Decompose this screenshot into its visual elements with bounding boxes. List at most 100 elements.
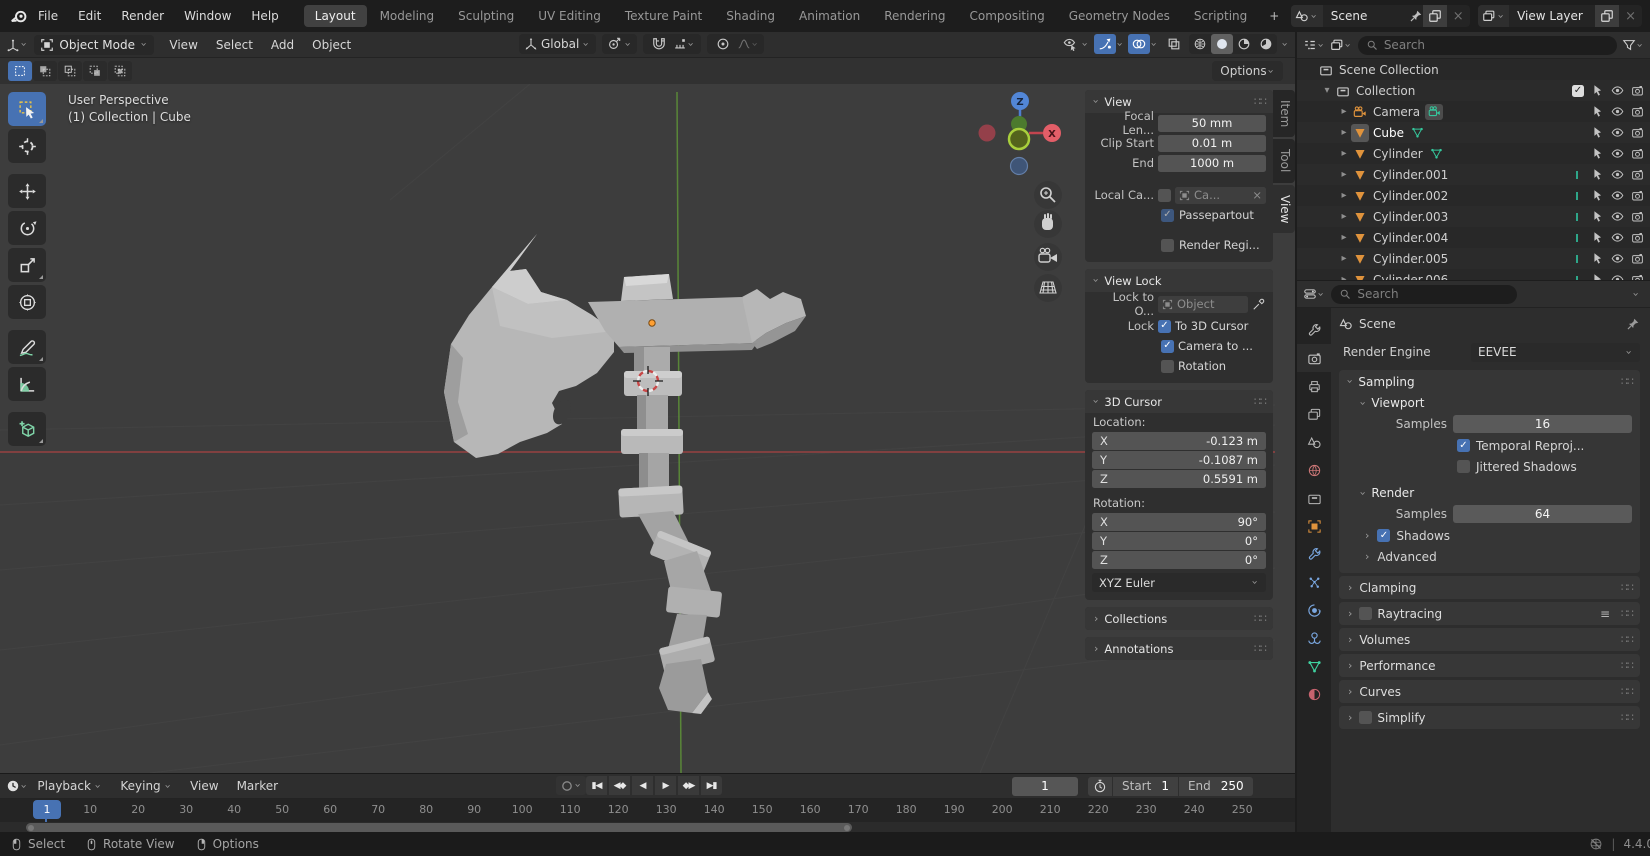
cursor-ry-field[interactable]: Y0° [1092, 532, 1266, 550]
hide-toggle[interactable] [1611, 189, 1624, 202]
outliner-row-cylinder-005[interactable]: ▸Cylinder.005 [1297, 248, 1650, 269]
clip-start-field[interactable]: 0.01 m [1158, 135, 1266, 152]
select-invert-button[interactable] [83, 61, 107, 81]
viewport-menu-view[interactable]: View [160, 38, 206, 52]
prev-keyframe-button[interactable]: ◀◆ [609, 776, 630, 795]
hide-toggle[interactable] [1611, 105, 1624, 118]
eyedropper-icon[interactable] [1252, 297, 1266, 311]
properties-tab-tool[interactable] [1297, 316, 1331, 344]
outliner-row-camera[interactable]: ▸Camera [1297, 101, 1650, 122]
outliner-display-mode-button[interactable]: › [1330, 38, 1352, 52]
annotations-header[interactable]: ›Annotations∷∷ [1085, 637, 1273, 660]
outliner-row-cube[interactable]: ▸Cube [1297, 122, 1650, 143]
editor-type-button[interactable]: › [6, 38, 28, 52]
sidebar-tab-item[interactable]: Item [1273, 90, 1295, 137]
expander-icon[interactable]: ▸ [1337, 274, 1351, 280]
end-frame-field[interactable]: End250 [1179, 777, 1253, 796]
advanced-subpanel[interactable]: ›Advanced [1339, 546, 1640, 567]
euler-order-dropdown[interactable]: XYZ Euler› [1092, 573, 1266, 592]
focal-length-field[interactable]: 50 mm [1158, 115, 1266, 132]
timeline-ruler[interactable]: 1 10203040506070809010011012013014015016… [0, 799, 1295, 822]
properties-tab-material[interactable] [1297, 680, 1331, 708]
properties-tab-scene[interactable] [1297, 428, 1331, 456]
view-lock-header[interactable]: ›View Lock [1085, 269, 1273, 292]
xray-toggle[interactable] [1163, 34, 1185, 54]
current-frame-field[interactable]: 1 [1012, 777, 1078, 796]
properties-tab-object[interactable] [1297, 512, 1331, 540]
expander-icon[interactable]: ▸ [1337, 190, 1351, 201]
render-region-checkbox[interactable] [1161, 239, 1174, 252]
tool-rotate[interactable] [8, 211, 46, 245]
outliner-row-cylinder-003[interactable]: ▸Cylinder.003 [1297, 206, 1650, 227]
blender-logo-icon[interactable] [10, 7, 28, 25]
render-visibility-toggle[interactable] [1631, 189, 1644, 202]
prev-frame-button[interactable]: ◀ [632, 776, 653, 795]
view-layer-name-field[interactable]: View Layer [1509, 9, 1595, 23]
passepartout-checkbox[interactable] [1161, 209, 1174, 222]
render-visibility-toggle[interactable] [1631, 273, 1644, 280]
pin-icon[interactable] [1626, 317, 1640, 331]
outliner-editor-type-button[interactable]: › [1303, 38, 1325, 52]
workspace-tab-scripting[interactable]: Scripting [1183, 5, 1258, 27]
outliner-row-collection[interactable]: ▾Collection [1297, 80, 1650, 101]
panel-performance[interactable]: ›Performance∷∷ [1339, 654, 1640, 677]
tool-cursor[interactable] [8, 129, 46, 163]
snap-target-dropdown[interactable]: › [673, 37, 695, 51]
gizmos-dropdown[interactable]: › [1094, 34, 1124, 54]
outliner-row-cylinder-006[interactable]: ▸Cylinder.006 [1297, 269, 1650, 280]
select-subtract-button[interactable] [58, 61, 82, 81]
expander-icon[interactable]: ▸ [1337, 253, 1351, 264]
collections-header[interactable]: ›Collections∷∷ [1085, 607, 1273, 630]
hide-toggle[interactable] [1611, 273, 1624, 280]
cursor-z-field[interactable]: Z0.5591 m [1092, 470, 1266, 488]
properties-search-input[interactable]: Search [1331, 285, 1517, 304]
auto-keying-button[interactable]: › [556, 776, 586, 795]
viewport-menu-object[interactable]: Object [303, 38, 360, 52]
properties-tab-data[interactable] [1297, 652, 1331, 680]
selectable-toggle[interactable] [1591, 189, 1604, 202]
snap-toggle[interactable] [648, 34, 670, 54]
shading-wireframe-button[interactable] [1189, 34, 1211, 54]
workspace-tab-rendering[interactable]: Rendering [873, 5, 956, 27]
temporal-reprojection-checkbox[interactable] [1457, 439, 1470, 452]
viewport-menu-select[interactable]: Select [207, 38, 262, 52]
new-scene-button[interactable] [1423, 5, 1447, 27]
pivot-dropdown[interactable]: › [602, 34, 637, 54]
sampling-viewport-header[interactable]: ›Viewport [1339, 393, 1640, 413]
timeline-menu-playback[interactable]: Playback› [28, 779, 111, 793]
pin-icon[interactable] [1409, 9, 1423, 23]
shadows-subpanel[interactable]: ›Shadows [1339, 525, 1640, 546]
outliner-row-cylinder[interactable]: ▸Cylinder [1297, 143, 1650, 164]
menu-window[interactable]: Window [174, 9, 241, 23]
camera-to-view-checkbox[interactable] [1161, 340, 1174, 353]
menu-help[interactable]: Help [241, 9, 288, 23]
tool-add-cube[interactable] [8, 412, 46, 446]
lock-3d-cursor-checkbox[interactable] [1158, 320, 1171, 333]
orientation-dropdown[interactable]: Global› [519, 34, 596, 54]
properties-tab-view-layer[interactable] [1297, 400, 1331, 428]
render-visibility-toggle[interactable] [1631, 210, 1644, 223]
sampling-render-header[interactable]: ›Render [1339, 483, 1640, 503]
selectable-toggle[interactable] [1591, 84, 1604, 97]
cursor-rz-field[interactable]: Z0° [1092, 551, 1266, 569]
cursor-y-field[interactable]: Y-0.1087 m [1092, 451, 1266, 469]
jump-to-start-button[interactable]: ▮◀ [586, 776, 607, 795]
mode-dropdown[interactable]: Object Mode › [34, 35, 154, 55]
panel-menu-icon[interactable]: ≡ [1600, 607, 1610, 621]
timeline-editor-type-button[interactable]: › [6, 779, 28, 793]
selectable-toggle[interactable] [1591, 231, 1604, 244]
navigation-gizmo[interactable]: Z X [960, 88, 1080, 304]
scene-name-field[interactable]: Scene [1323, 9, 1409, 23]
shading-material-button[interactable] [1233, 34, 1255, 54]
lock-rotation-checkbox[interactable] [1161, 360, 1174, 373]
outliner-row-cylinder-001[interactable]: ▸Cylinder.001 [1297, 164, 1650, 185]
hide-toggle[interactable] [1611, 147, 1624, 160]
workspace-tab-sculpting[interactable]: Sculpting [447, 5, 525, 27]
tool-annotate[interactable] [8, 330, 46, 364]
remove-view-layer-button[interactable]: × [1619, 9, 1642, 24]
shading-solid-button[interactable] [1211, 34, 1233, 54]
workspace-tab-modeling[interactable]: Modeling [369, 5, 446, 27]
selectable-toggle[interactable] [1591, 105, 1604, 118]
properties-options-icon[interactable]: › [1630, 292, 1641, 296]
properties-tab-world[interactable] [1297, 456, 1331, 484]
